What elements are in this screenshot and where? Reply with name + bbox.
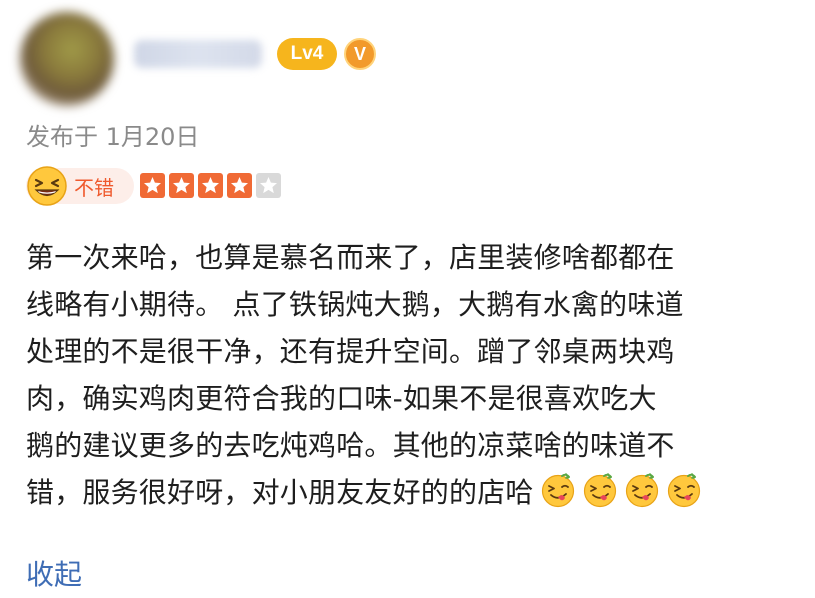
- star-filled-icon: [227, 173, 252, 198]
- star-filled-icon: [140, 173, 165, 198]
- publish-date: 发布于 1月20日: [26, 123, 200, 151]
- star-empty-icon: [256, 173, 281, 198]
- user-avatar[interactable]: [20, 12, 114, 106]
- review-text-line: 线略有小期待。 点了铁锅炖大鹅，大鹅有水禽的味道: [26, 281, 796, 328]
- review-content: 第一次来哈，也算是慕名而来了，店里装修啥都都在 线略有小期待。 点了铁锅炖大鹅，大…: [26, 234, 796, 516]
- review-text: 第一次来哈，也算是慕名而来了，店里装修啥都都在: [26, 241, 675, 274]
- star-filled-icon: [169, 173, 194, 198]
- yummy-face-icon: [541, 473, 574, 508]
- review-text: 肉，确实鸡肉更符合我的口味-如果不是很喜欢吃大: [26, 382, 657, 415]
- review-text: 错，服务很好呀，对小朋友友好的的店哈: [26, 476, 534, 509]
- user-name-blurred[interactable]: [134, 40, 262, 68]
- review-text-line: 第一次来哈，也算是慕名而来了，店里装修啥都都在: [26, 234, 796, 281]
- level-badge: Lv4: [277, 38, 337, 70]
- rating-label: 不错: [74, 176, 114, 200]
- review-text-line: 肉，确实鸡肉更符合我的口味-如果不是很喜欢吃大: [26, 375, 796, 422]
- review-card: Lv4 V 发布于 1月20日 不错 第一次来哈，也算是慕名而来了，店里装修啥都…: [0, 0, 815, 598]
- yummy-face-icon: [583, 473, 616, 508]
- review-text: 线略有小期待。 点了铁锅炖大鹅，大鹅有水禽的味道: [26, 288, 684, 321]
- review-text: 处理的不是很干净，还有提升空间。蹭了邻桌两块鸡: [26, 335, 675, 368]
- verified-v-badge: V: [344, 38, 376, 70]
- yummy-face-icon: [667, 473, 700, 508]
- review-text-line: 错，服务很好呀，对小朋友友好的的店哈: [26, 469, 796, 516]
- star-filled-icon: [198, 173, 223, 198]
- review-text-line: 处理的不是很干净，还有提升空间。蹭了邻桌两块鸡: [26, 328, 796, 375]
- rating-row: 不错: [26, 165, 426, 209]
- collapse-button[interactable]: 收起: [26, 553, 82, 593]
- grinning-face-icon: [27, 166, 67, 206]
- yummy-face-icon: [625, 473, 658, 508]
- review-text: 鹅的建议更多的去吃炖鸡哈。其他的凉菜啥的味道不: [26, 429, 675, 462]
- review-text-line: 鹅的建议更多的去吃炖鸡哈。其他的凉菜啥的味道不: [26, 422, 796, 469]
